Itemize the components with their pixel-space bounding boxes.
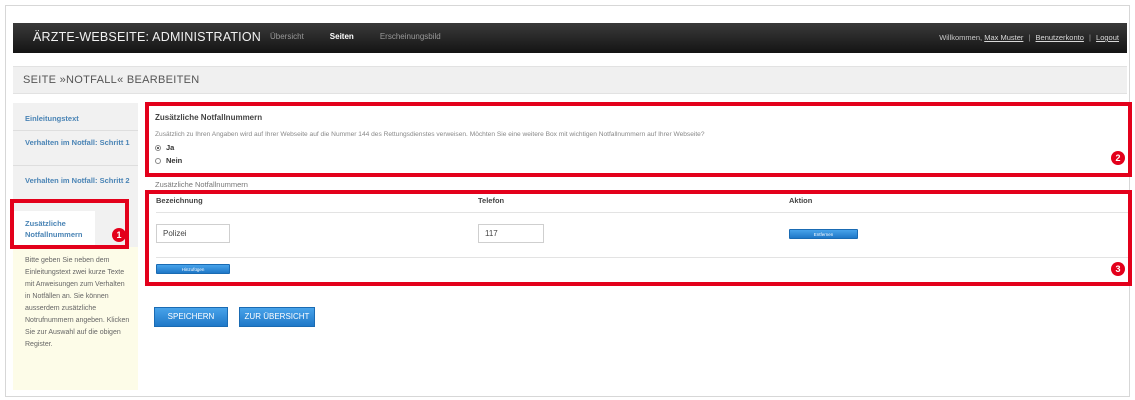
sidebar-item-label: Verhalten im Notfall: Schritt 1 <box>25 138 130 147</box>
user-bar: Willkommen, Max Muster | Benutzerkonto |… <box>939 33 1119 42</box>
nav-item-seiten[interactable]: Seiten <box>330 32 354 41</box>
nav-item-uebersicht[interactable]: Übersicht <box>270 32 304 41</box>
sidebar-divider <box>13 130 138 131</box>
numbers-section-title: Zusätzliche Notfallnummern <box>155 180 248 189</box>
nav-item-erscheinungsbild[interactable]: Erscheinungsbild <box>380 32 441 41</box>
separator: | <box>1028 33 1031 42</box>
sidebar-divider <box>13 165 138 166</box>
sidebar-help-text: Bitte geben Sie neben dem Einleitungstex… <box>13 247 138 390</box>
sidebar-item-schritt-1[interactable]: Verhalten im Notfall: Schritt 1 <box>13 137 131 148</box>
logout-link[interactable]: Logout <box>1096 33 1119 42</box>
page-header: SEITE »NOTFALL« BEARBEITEN <box>13 66 1127 94</box>
sidebar-item-schritt-2[interactable]: Verhalten im Notfall: Schritt 2 <box>13 175 131 186</box>
app-title: ÄRZTE-WEBSEITE: ADMINISTRATION <box>33 30 262 44</box>
separator: | <box>1089 33 1091 42</box>
main-nav: Übersicht Seiten Erscheinungsbild <box>270 32 467 41</box>
annotation-badge-1: 1 <box>112 228 126 242</box>
sidebar-item-label: Einleitungstext <box>25 114 79 123</box>
annotation-box-3 <box>145 190 1132 286</box>
back-to-overview-button[interactable]: ZUR ÜBERSICHT <box>239 307 315 327</box>
page-title: SEITE »NOTFALL« BEARBEITEN <box>23 74 200 86</box>
annotation-box-2 <box>145 102 1132 177</box>
user-name-link[interactable]: Max Muster <box>984 33 1023 42</box>
account-link[interactable]: Benutzerkonto <box>1036 33 1084 42</box>
top-navigation-bar: ÄRZTE-WEBSEITE: ADMINISTRATION Übersicht… <box>13 23 1127 53</box>
sidebar-item-einleitungstext[interactable]: Einleitungstext <box>13 113 138 124</box>
greeting-text: Willkommen, <box>939 33 983 42</box>
save-button[interactable]: SPEICHERN <box>154 307 228 327</box>
annotation-box-1 <box>10 199 129 249</box>
annotation-badge-3: 3 <box>1111 262 1125 276</box>
annotation-badge-2: 2 <box>1111 151 1125 165</box>
sidebar-item-label: Verhalten im Notfall: Schritt 2 <box>25 176 130 185</box>
